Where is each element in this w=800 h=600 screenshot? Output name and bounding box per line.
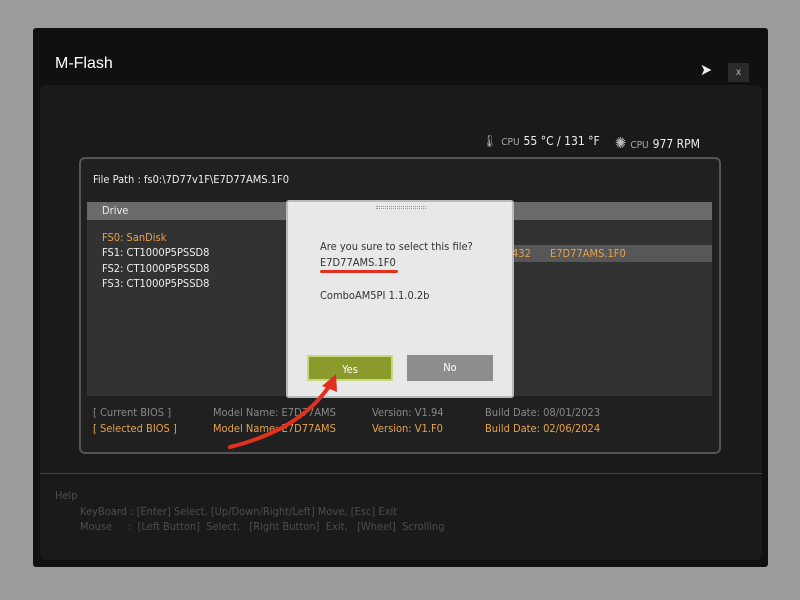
annotation-arrow xyxy=(228,374,337,449)
